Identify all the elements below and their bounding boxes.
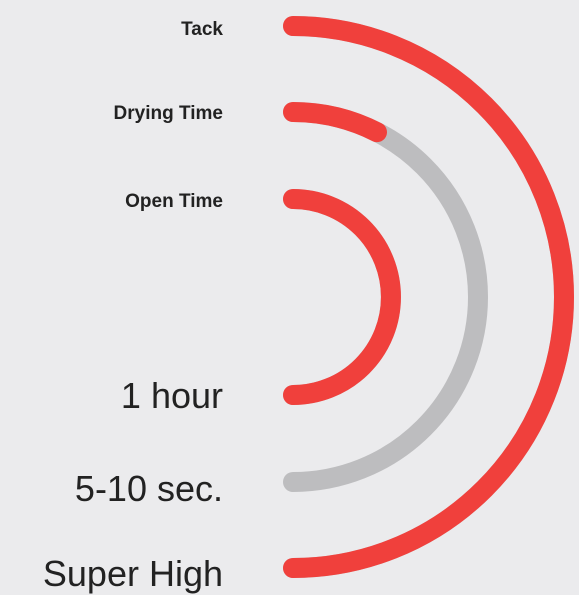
value-open-time: 1 hour [120,375,223,416]
value-drying-time: 5-10 sec. [74,468,223,509]
ring-bar-open-time [283,189,401,405]
label-drying-time: Drying Time [113,103,223,124]
radial-chart: Tack Drying Time Open Time 1 hour 5-10 s… [0,0,579,595]
ring-bar-drying-time [283,102,387,143]
label-open-time: Open Time [125,191,223,212]
label-tack: Tack [181,19,223,40]
value-tack: Super High [42,553,223,594]
